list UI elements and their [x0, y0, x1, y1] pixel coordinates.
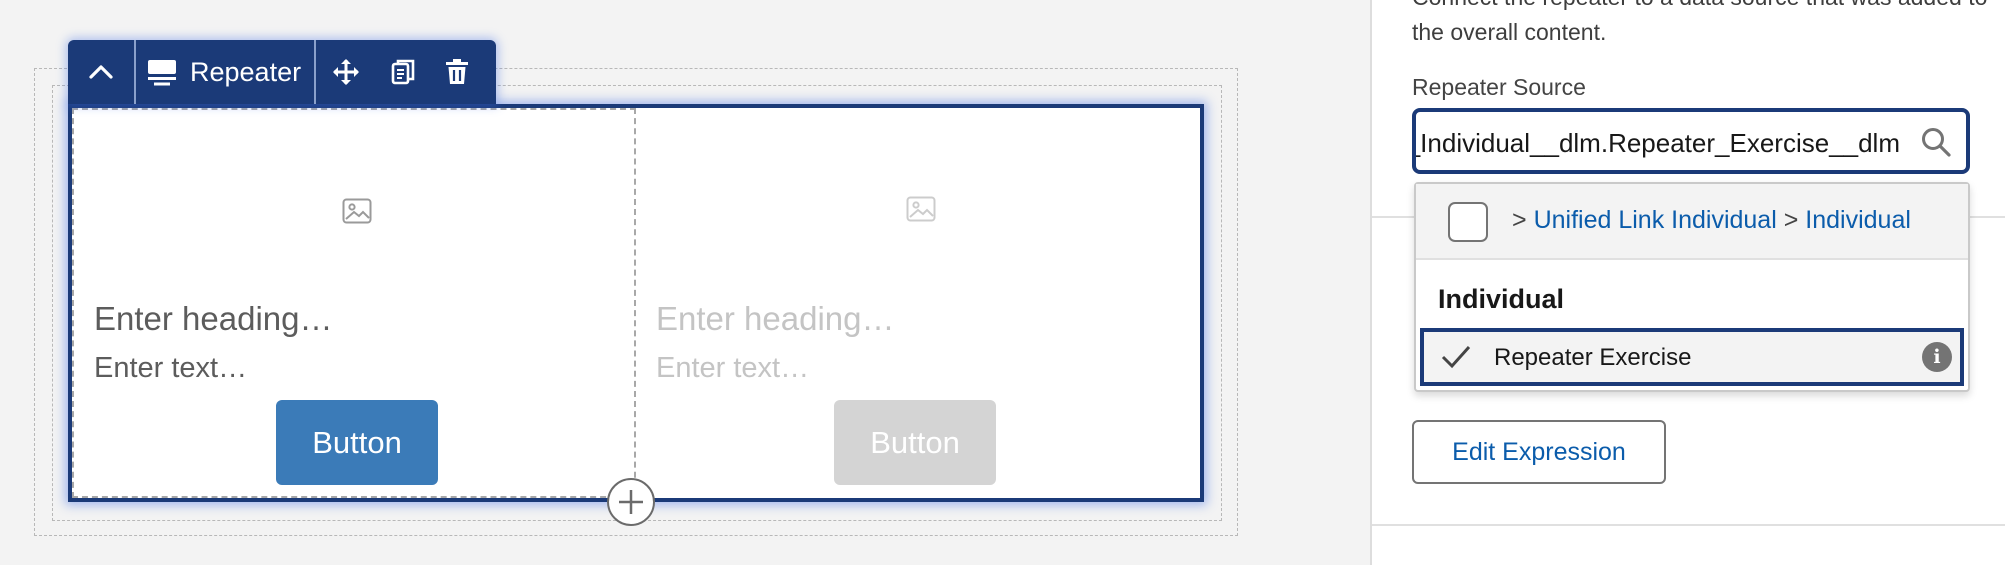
duplicate-button[interactable] — [376, 40, 430, 104]
search-icon[interactable] — [1920, 126, 1952, 158]
repeater-icon — [148, 60, 176, 86]
item-button: Button — [834, 400, 996, 485]
breadcrumb: > Unified Link Individual > Individual — [1512, 206, 1911, 235]
option-label: Repeater Exercise — [1494, 344, 1692, 371]
move-button[interactable] — [316, 40, 376, 104]
image-placeholder-icon — [906, 196, 936, 222]
dropdown-path-row[interactable]: > Unified Link Individual > Individual — [1416, 184, 1968, 260]
delete-button[interactable] — [430, 40, 484, 104]
repeater-source-label: Repeater Source — [1412, 74, 1586, 100]
image-placeholder-icon[interactable] — [342, 198, 372, 224]
source-dropdown: > Unified Link Individual > Individual I… — [1414, 182, 1970, 392]
repeater-item-preview: Enter heading… Enter text… Button — [636, 108, 1200, 498]
repeater-source-input[interactable]: Unified_Link_Individual__dlm.Repeater_Ex… — [1412, 108, 1970, 174]
item-button[interactable]: Button — [276, 400, 438, 485]
breadcrumb-link-unified[interactable]: Unified Link Individual — [1534, 206, 1777, 234]
select-parent-button[interactable] — [68, 40, 134, 104]
dropdown-option-selected[interactable]: Repeater Exercise i — [1420, 328, 1964, 386]
repeater-source-value[interactable]: Unified_Link_Individual__dlm.Repeater_Ex… — [1416, 128, 1900, 159]
add-item-button[interactable] — [607, 478, 655, 526]
edit-expression-button[interactable]: Edit Expression — [1412, 420, 1666, 484]
item-text: Enter text… — [656, 352, 810, 384]
breadcrumb-link-individual[interactable]: Individual — [1805, 206, 1911, 234]
item-heading[interactable]: Enter heading… — [94, 300, 333, 338]
checkmark-icon — [1441, 345, 1471, 369]
properties-panel: Connect the repeater to a data source th… — [1370, 0, 2005, 565]
breadcrumb-separator: > — [1512, 206, 1527, 234]
chevron-up-icon — [89, 65, 113, 79]
copy-icon — [391, 59, 415, 85]
toolbar-component-name: Repeater — [190, 56, 302, 87]
plus-icon — [619, 490, 643, 514]
item-text[interactable]: Enter text… — [94, 352, 247, 385]
repeater-component[interactable]: Enter heading… Enter text… Button Enter … — [68, 104, 1204, 502]
component-toolbar: Repeater — [68, 40, 496, 104]
panel-divider — [1372, 524, 2005, 526]
trash-icon — [446, 59, 468, 84]
component-type-label: Repeater — [136, 40, 314, 104]
repeater-item-template[interactable]: Enter heading… Enter text… Button — [72, 108, 636, 498]
editor-canvas: Enter heading… Enter text… Button Enter … — [0, 0, 1370, 565]
move-icon — [333, 59, 359, 85]
breadcrumb-separator: > — [1783, 206, 1799, 234]
source-description: Connect the repeater to a data source th… — [1412, 0, 1987, 45]
path-checkbox[interactable] — [1448, 202, 1488, 242]
info-icon[interactable]: i — [1922, 342, 1952, 372]
item-heading: Enter heading… — [656, 300, 895, 337]
dropdown-group-heading: Individual — [1438, 284, 1565, 314]
